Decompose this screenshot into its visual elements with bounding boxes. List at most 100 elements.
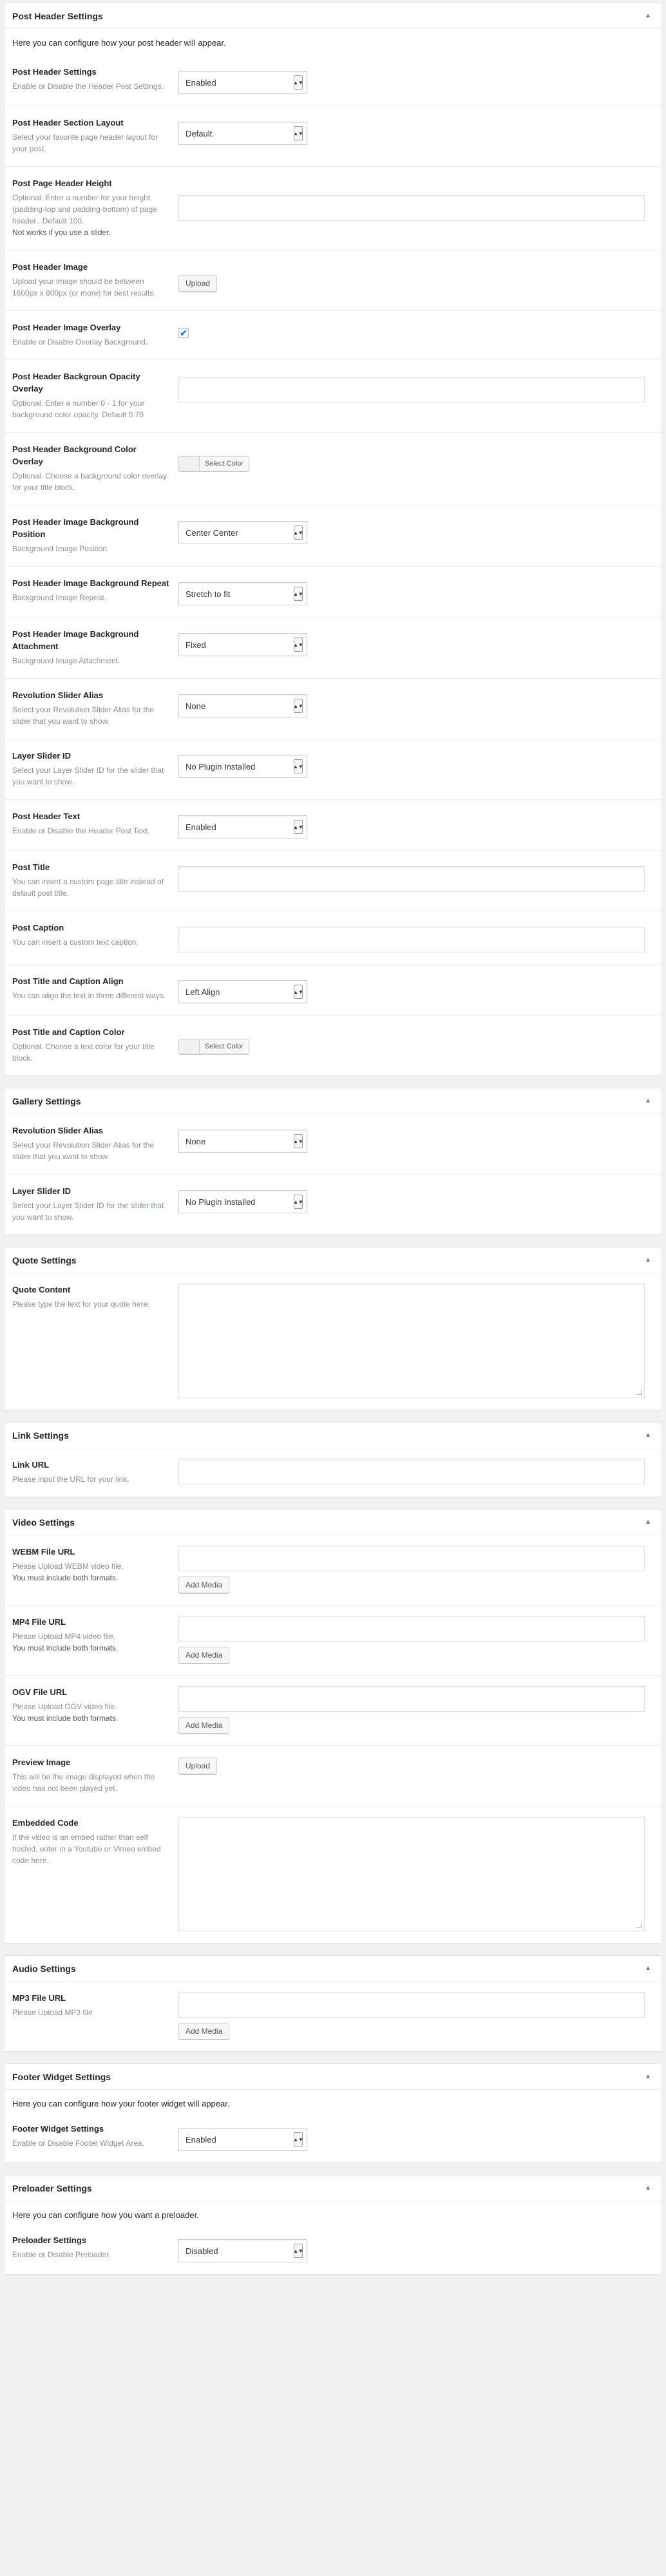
- add-media-button[interactable]: Add Media: [178, 1577, 230, 1593]
- field-desc: Please Upload WEBM video file. You must …: [12, 1560, 169, 1584]
- postbox-header[interactable]: Post Header Settings ▲: [5, 3, 661, 29]
- checkmark-icon: ✔: [180, 328, 187, 338]
- post-title-input[interactable]: [178, 866, 645, 892]
- ogv-url-input[interactable]: [178, 1686, 645, 1712]
- page-header-height-input[interactable]: [178, 195, 645, 221]
- quote-content-textarea[interactable]: [178, 1283, 645, 1398]
- bg-opacity-input[interactable]: [178, 377, 645, 402]
- add-media-button[interactable]: Add Media: [178, 1647, 230, 1663]
- field-desc: Select your Layer Slider ID for the slid…: [12, 766, 164, 786]
- field-desc-text: Please Upload WEBM video file.: [12, 1562, 124, 1571]
- field-label: Post Header Image Background Repeat: [12, 578, 169, 588]
- collapse-arrow-icon[interactable]: ▲: [642, 10, 654, 22]
- audio-settings-box: Audio Settings ▲ MP3 File URL Please Upl…: [4, 1955, 662, 2052]
- embedded-code-textarea[interactable]: [178, 1817, 645, 1931]
- select-value: Default: [186, 128, 213, 138]
- select-value: None: [186, 701, 206, 711]
- gallery-layer-slider-select[interactable]: No Plugin Installed ▲▼: [178, 1190, 307, 1213]
- header-settings-select[interactable]: Enabled ▲▼: [178, 71, 307, 94]
- field-label: OGV File URL: [12, 1687, 68, 1697]
- field-desc: Please Upload OGV video file. You must i…: [12, 1701, 169, 1724]
- field-row-section-layout: Post Header Section Layout Select your f…: [5, 106, 661, 167]
- post-caption-input[interactable]: [178, 927, 645, 952]
- select-caret-icon: ▲▼: [293, 2132, 303, 2146]
- header-text-select[interactable]: Enabled ▲▼: [178, 815, 307, 838]
- section-layout-select[interactable]: Default ▲▼: [178, 122, 307, 145]
- resize-grip-icon[interactable]: [636, 1923, 642, 1928]
- caption-color-picker[interactable]: Select Color: [178, 1039, 249, 1054]
- preloader-select[interactable]: Disabled ▲▼: [178, 2239, 307, 2262]
- field-desc: Please Upload MP4 video file. You must i…: [12, 1631, 169, 1654]
- color-swatch: [179, 1039, 200, 1054]
- bg-repeat-select[interactable]: Stretch to fit ▲▼: [178, 582, 307, 605]
- layer-slider-select[interactable]: No Plugin Installed ▲▼: [178, 755, 307, 778]
- field-desc: You can align the text in three differen…: [12, 991, 166, 1000]
- mp4-url-input[interactable]: [178, 1616, 645, 1642]
- field-desc: Select your favorite page header layout …: [12, 133, 158, 153]
- bg-attachment-select[interactable]: Fixed ▲▼: [178, 633, 307, 656]
- field-desc: Background Image Repeat.: [12, 593, 107, 602]
- postbox-header[interactable]: Video Settings ▲: [5, 1510, 661, 1535]
- collapse-arrow-icon[interactable]: ▲: [642, 1516, 654, 1528]
- field-label: MP4 File URL: [12, 1617, 66, 1627]
- field-row-bg-color: Post Header Background Color Overlay Opt…: [5, 433, 661, 506]
- field-row-gallery-layer-slider: Layer Slider ID Select your Layer Slider…: [5, 1175, 661, 1235]
- field-desc-text: Please Upload MP4 video file.: [12, 1632, 116, 1641]
- postbox-header[interactable]: Preloader Settings ▲: [5, 2175, 661, 2201]
- select-value: Fixed: [186, 639, 206, 650]
- upload-button[interactable]: Upload: [178, 1757, 218, 1774]
- field-desc: Enable or Disable Footer Widget Area.: [12, 2139, 144, 2148]
- add-media-button[interactable]: Add Media: [178, 2023, 230, 2040]
- field-label: Quote Content: [12, 1285, 71, 1294]
- footer-widget-select[interactable]: Enabled ▲▼: [178, 2128, 307, 2151]
- field-desc: Background Image Position.: [12, 544, 109, 553]
- field-row-caption-color: Post Title and Caption Color Optional. C…: [5, 1016, 661, 1075]
- select-caret-icon: ▲▼: [293, 2244, 303, 2258]
- post-header-settings-box: Post Header Settings ▲ Here you can conf…: [4, 3, 662, 1076]
- postbox-header[interactable]: Footer Widget Settings ▲: [5, 2064, 661, 2090]
- collapse-arrow-icon[interactable]: ▲: [642, 1254, 654, 1266]
- postbox-title: Audio Settings: [12, 1963, 76, 1974]
- select-caret-icon: ▲▼: [293, 526, 303, 540]
- field-desc: Enable or Disable the Header Post Text.: [12, 826, 150, 835]
- collapse-arrow-icon[interactable]: ▲: [642, 1962, 654, 1975]
- bg-position-select[interactable]: Center Center ▲▼: [178, 521, 307, 544]
- field-row-post-caption: Post Caption You can insert a custom tex…: [5, 911, 661, 965]
- rev-slider-select[interactable]: None ▲▼: [178, 694, 307, 717]
- gallery-rev-slider-select[interactable]: None ▲▼: [178, 1130, 307, 1153]
- quote-settings-box: Quote Settings ▲ Quote Content Please ty…: [4, 1247, 662, 1410]
- resize-grip-icon[interactable]: [636, 1390, 642, 1395]
- collapse-arrow-icon[interactable]: ▲: [642, 2182, 654, 2194]
- postbox-header[interactable]: Audio Settings ▲: [5, 1956, 661, 1982]
- field-desc: Enable or Disable Overlay Background.: [12, 337, 148, 346]
- field-row-rev-slider: Revolution Slider Alias Select your Revo…: [5, 679, 661, 739]
- select-caret-icon: ▲▼: [293, 1134, 303, 1148]
- postbox-header[interactable]: Link Settings ▲: [5, 1423, 661, 1448]
- field-row-quote-content: Quote Content Please type the text for y…: [5, 1273, 661, 1410]
- postbox-header[interactable]: Quote Settings ▲: [5, 1247, 661, 1273]
- postbox-header[interactable]: Gallery Settings ▲: [5, 1088, 661, 1114]
- field-row-link-url: Link URL Please input the URL for your l…: [5, 1448, 661, 1497]
- field-label: Layer Slider ID: [12, 751, 71, 761]
- field-label: Post Header Text: [12, 811, 81, 821]
- image-overlay-checkbox[interactable]: ✔: [178, 328, 189, 338]
- field-row-webm: WEBM File URL Please Upload WEBM video f…: [5, 1535, 661, 1605]
- field-desc: Optional. Enter a number 0 - 1 for your …: [12, 399, 145, 419]
- color-picker-label: Select Color: [205, 460, 243, 468]
- postbox-title: Gallery Settings: [12, 1095, 81, 1106]
- select-value: Enabled: [186, 2134, 216, 2145]
- field-label: Post Title: [12, 862, 50, 872]
- upload-button[interactable]: Upload: [178, 275, 218, 292]
- field-label: Post Header Image Background Attachment: [12, 629, 139, 651]
- webm-url-input[interactable]: [178, 1546, 645, 1571]
- link-url-input[interactable]: [178, 1459, 645, 1484]
- field-row-bg-repeat: Post Header Image Background Repeat Back…: [5, 567, 661, 618]
- bg-color-picker[interactable]: Select Color: [178, 456, 249, 471]
- collapse-arrow-icon[interactable]: ▲: [642, 1429, 654, 1441]
- caption-align-select[interactable]: Left Align ▲▼: [178, 980, 307, 1003]
- collapse-arrow-icon[interactable]: ▲: [642, 1095, 654, 1107]
- add-media-button[interactable]: Add Media: [178, 1717, 230, 1734]
- collapse-arrow-icon[interactable]: ▲: [642, 2070, 654, 2083]
- field-row-mp4: MP4 File URL Please Upload MP4 video fil…: [5, 1605, 661, 1676]
- mp3-url-input[interactable]: [178, 1992, 645, 2018]
